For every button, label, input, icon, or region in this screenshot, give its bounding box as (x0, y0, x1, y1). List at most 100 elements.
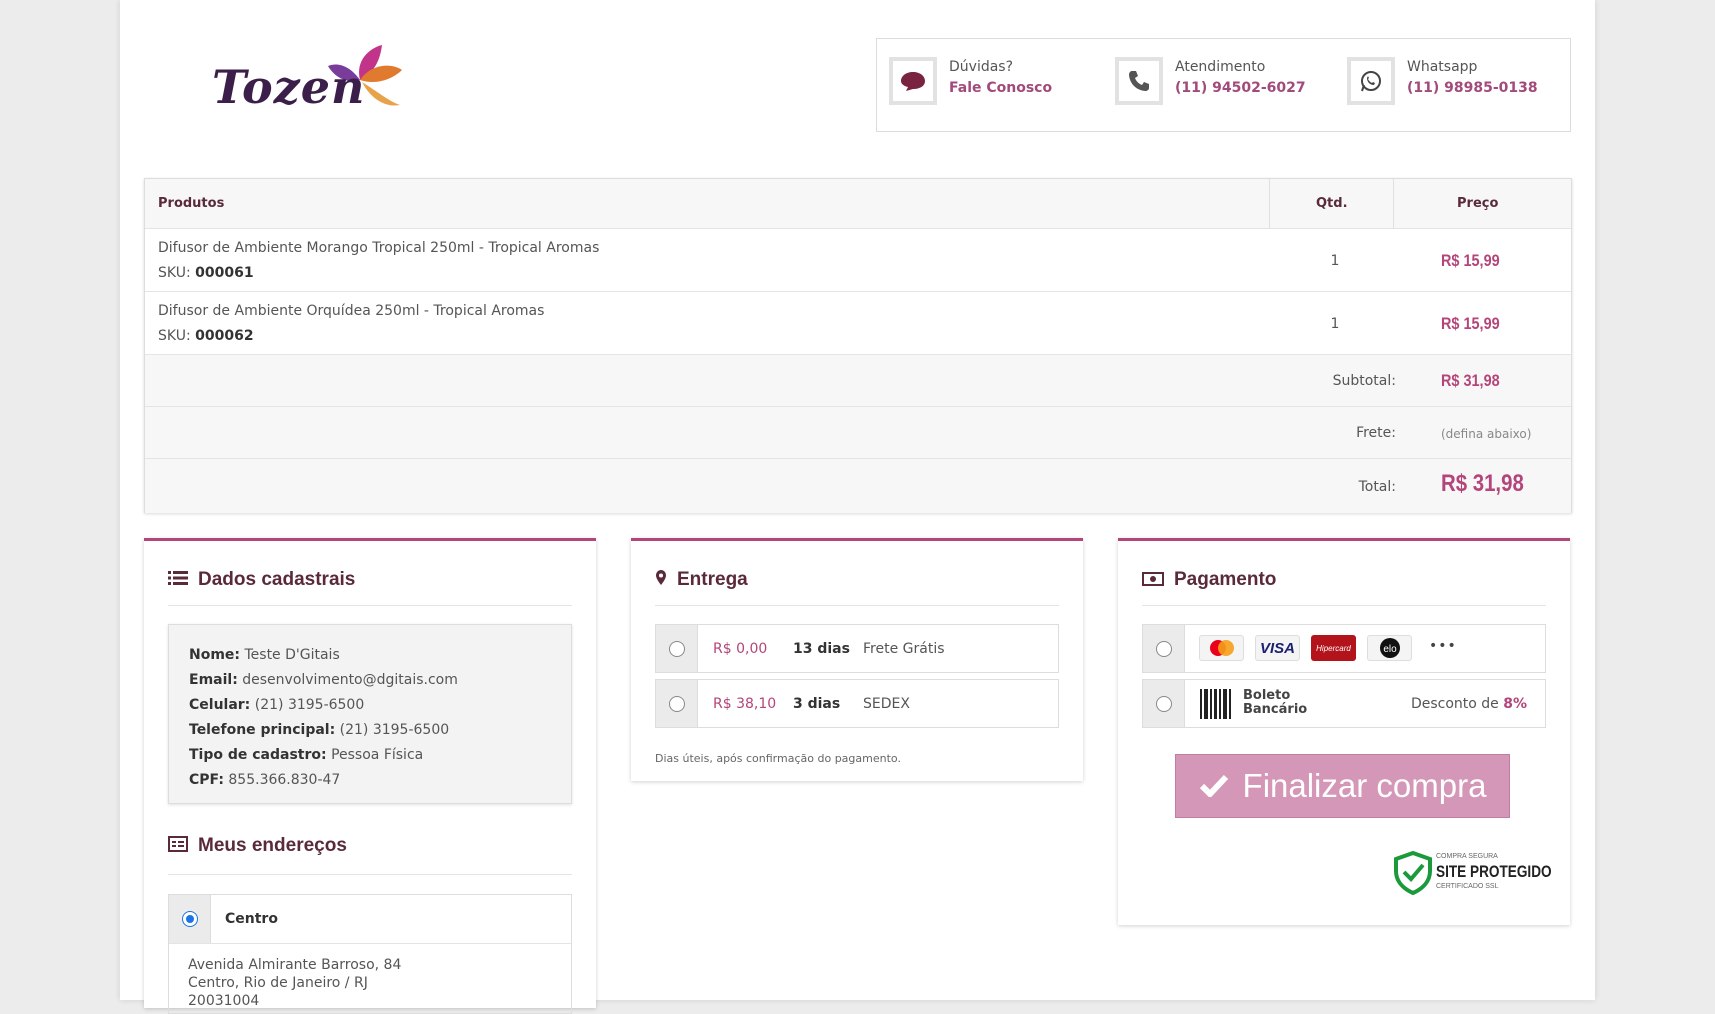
payment-panel: Pagamento VISA Hipercard elo ••• Boleto B… (1118, 538, 1570, 925)
shipping-row: Frete: (defina abaixo) (145, 407, 1571, 459)
boleto-label: Boleto Bancário (1243, 689, 1307, 717)
cart-header-row: Produtos Qtd. Preço (145, 179, 1571, 229)
field-value: (21) 3195-6500 (339, 722, 450, 738)
divider (655, 605, 1059, 606)
address-option[interactable]: Centro Avenida Almirante Barroso, 84 Cen… (168, 894, 572, 1014)
shipping-option-free[interactable]: R$ 0,00 13 dias Frete Grátis (655, 624, 1059, 673)
sku-value: 000061 (195, 265, 254, 281)
address-name: Centro (225, 911, 278, 927)
phone-icon (1115, 57, 1163, 105)
field-email: Email: desenvolvimento@dgitais.com (189, 668, 551, 693)
address-radio[interactable] (181, 911, 198, 927)
products-header: Produtos (158, 196, 225, 211)
product-name[interactable]: Difusor de Ambiente Orquídea 250ml - Tro… (158, 303, 544, 319)
chat-bubble-icon (889, 57, 937, 105)
ssl-line1: COMPRA SEGURA (1436, 853, 1498, 860)
checkout-page: Tozen Dúvidas? Fale Conosco Atendimento … (120, 0, 1595, 1014)
address-radio-cell[interactable] (169, 895, 211, 943)
payment-radio-cell[interactable] (1143, 680, 1185, 727)
list-icon (168, 570, 188, 590)
hipercard-icon: Hipercard (1311, 635, 1356, 661)
contact-questions-label: Dúvidas? (949, 59, 1014, 75)
divider (168, 874, 572, 875)
field-cpf: CPF: 855.366.830-47 (189, 768, 551, 793)
logo-text: Tozen (212, 60, 366, 114)
product-qty: 1 (1330, 316, 1340, 332)
registration-card: Nome: Teste D'Gitais Email: desenvolvime… (168, 624, 572, 804)
finalize-purchase-button[interactable]: Finalizar compra (1175, 754, 1510, 818)
field-label: CPF: (189, 772, 224, 788)
shipping-radio[interactable] (668, 640, 685, 657)
shipping-days: 3 dias (793, 696, 841, 712)
sku-label: SKU: (158, 328, 191, 344)
delivery-panel: Entrega R$ 0,00 13 dias Frete Grátis R$ … (631, 538, 1083, 781)
registration-title: Dados cadastrais (168, 565, 355, 595)
registration-panel: Dados cadastrais Nome: Teste D'Gitais Em… (144, 538, 596, 1014)
subtotal-label: Subtotal: (1332, 373, 1396, 389)
shipping-service: SEDEX (863, 696, 910, 712)
elo-icon: elo (1367, 635, 1412, 661)
shipping-option-sedex[interactable]: R$ 38,10 3 dias SEDEX (655, 679, 1059, 728)
address-line: Avenida Almirante Barroso, 84 (188, 957, 402, 973)
column-divider (1393, 179, 1394, 229)
boleto-discount: Desconto de 8% (1411, 696, 1527, 712)
shipping-radio[interactable] (668, 695, 685, 712)
divider (168, 605, 572, 606)
more-brands-icon: ••• (1429, 638, 1457, 654)
check-icon (1199, 767, 1229, 805)
payment-radio[interactable] (1155, 695, 1172, 712)
payment-radio[interactable] (1155, 640, 1172, 657)
payment-option-card[interactable]: VISA Hipercard elo ••• (1142, 624, 1546, 673)
field-value: (21) 3195-6500 (254, 697, 365, 713)
field-label: Email: (189, 672, 238, 688)
total-value: R$ 31,98 (1441, 470, 1524, 497)
contact-questions-link[interactable]: Fale Conosco (949, 80, 1052, 96)
visa-icon: VISA (1255, 635, 1300, 661)
field-label: Telefone principal: (189, 722, 336, 738)
cart-table: Produtos Qtd. Preço Difusor de Ambiente … (144, 178, 1572, 513)
total-row: Total: R$ 31,98 (145, 459, 1571, 513)
field-value: 855.366.830-47 (228, 772, 341, 788)
shipping-label: Frete: (1356, 425, 1396, 441)
field-label: Nome: (189, 647, 241, 663)
field-registration-type: Tipo de cadastro: Pessoa Física (189, 743, 551, 768)
product-price: R$ 15,99 (1441, 251, 1500, 270)
ssl-line3: CERTIFICADO SSL (1436, 883, 1499, 890)
shipping-hint: (defina abaixo) (1441, 427, 1532, 441)
ssl-line2: SITE PROTEGIDO (1436, 862, 1552, 881)
contact-service-label: Atendimento (1175, 59, 1266, 75)
payment-option-boleto[interactable]: Boleto Bancário Desconto de 8% (1142, 679, 1546, 728)
table-row: Difusor de Ambiente Orquídea 250ml - Tro… (145, 292, 1571, 355)
payment-title-text: Pagamento (1174, 569, 1277, 590)
shipping-service: Frete Grátis (863, 641, 945, 657)
tozen-logo[interactable]: Tozen (210, 40, 410, 120)
svg-text:elo: elo (1383, 644, 1397, 655)
field-value: Teste D'Gitais (244, 647, 340, 663)
shield-check-icon (1394, 851, 1432, 895)
delivery-title: Entrega (655, 565, 748, 595)
addresses-title: Meus endereços (168, 831, 347, 861)
field-main-phone: Telefone principal: (21) 3195-6500 (189, 718, 551, 743)
contact-whatsapp-number[interactable]: (11) 98985-0138 (1407, 80, 1538, 96)
contact-service-phone[interactable]: (11) 94502-6027 (1175, 80, 1306, 96)
boleto-label-line1: Boleto (1243, 688, 1291, 703)
shipping-radio-cell[interactable] (656, 625, 698, 672)
payment-radio-cell[interactable] (1143, 625, 1185, 672)
total-label: Total: (1358, 479, 1396, 495)
mastercard-icon (1199, 635, 1244, 661)
sku-value: 000062 (195, 328, 254, 344)
discount-value: 8% (1503, 696, 1527, 712)
divider (1142, 605, 1546, 606)
barcode-icon (1200, 689, 1232, 723)
discount-prefix: Desconto de (1410, 696, 1499, 712)
money-icon (1142, 571, 1164, 590)
product-name[interactable]: Difusor de Ambiente Morango Tropical 250… (158, 240, 599, 256)
ssl-seal: COMPRA SEGURA SITE PROTEGIDO CERTIFICADO… (1393, 851, 1552, 896)
field-mobile: Celular: (21) 3195-6500 (189, 693, 551, 718)
shipping-radio-cell[interactable] (656, 680, 698, 727)
qty-header: Qtd. (1316, 196, 1348, 211)
field-value: desenvolvimento@dgitais.com (242, 672, 458, 688)
address-line: 20031004 (188, 993, 260, 1009)
contact-whatsapp-label: Whatsapp (1407, 59, 1478, 75)
boleto-label-line2: Bancário (1243, 702, 1308, 717)
